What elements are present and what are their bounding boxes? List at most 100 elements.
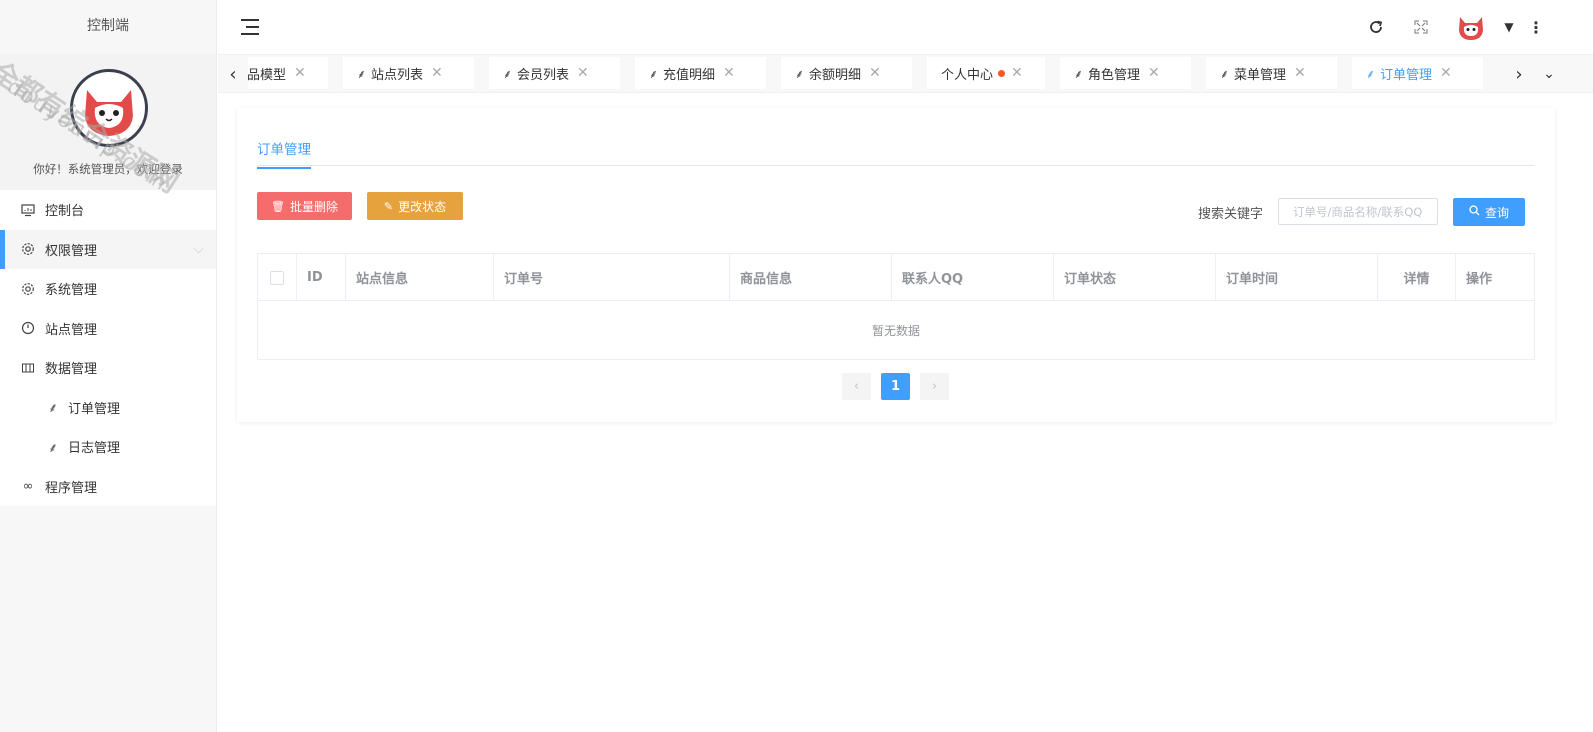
sidebar-item-label: 系统管理 <box>45 283 98 299</box>
tab-label: 品模型 <box>247 67 287 83</box>
column-header-site[interactable]: 站点信息 <box>346 254 494 301</box>
sidebar-item-programs[interactable]: ∞ 程序管理 <box>0 467 216 507</box>
fullscreen-icon[interactable] <box>1410 16 1432 38</box>
refresh-icon[interactable] <box>1365 16 1387 38</box>
tab-label: 菜单管理 <box>1234 67 1287 83</box>
tabs-bar: ‹ 品模型 ✕ ⸙ 站点列表 ✕ ⸙ 会员列表 ✕ ⸙ 充值明细 ✕ ⸙ 余额明… <box>218 55 1593 93</box>
palm-icon: ⸙ <box>649 66 659 81</box>
close-icon[interactable]: ✕ <box>869 65 881 81</box>
more-vertical-icon[interactable]: ⋮ <box>1525 16 1547 38</box>
tab-label: 充值明细 <box>663 67 716 83</box>
tab-personal-center[interactable]: 个人中心 ✕ <box>927 57 1045 89</box>
column-header-product[interactable]: 商品信息 <box>730 254 892 301</box>
chevron-left-icon[interactable]: ‹ <box>218 55 248 92</box>
sidebar-item-permissions[interactable]: 权限管理 <box>0 229 216 269</box>
next-page-button[interactable]: › <box>920 373 949 400</box>
tab-label: 个人中心 <box>941 67 994 83</box>
chevron-down-icon <box>193 243 204 253</box>
avatar[interactable] <box>70 69 148 147</box>
palm-icon: ⸙ <box>48 401 58 417</box>
palm-icon: ⸙ <box>1220 66 1230 81</box>
close-icon[interactable]: ✕ <box>294 65 306 81</box>
tab-label: 余额明细 <box>809 67 862 83</box>
empty-state-text: 暂无数据 <box>871 323 920 338</box>
clock-icon <box>20 320 36 336</box>
cat-mascot-icon <box>1459 17 1483 40</box>
tab-member-list[interactable]: ⸙ 会员列表 ✕ <box>489 57 620 89</box>
palm-icon: ⸙ <box>503 66 513 81</box>
caret-down-icon[interactable]: ▼ <box>1498 16 1520 38</box>
close-icon[interactable]: ✕ <box>1011 65 1023 81</box>
tab-site-list[interactable]: ⸙ 站点列表 ✕ <box>343 57 474 89</box>
avatar[interactable] <box>1456 12 1486 42</box>
chevron-right-icon[interactable]: › <box>1504 55 1534 92</box>
sidebar-menu: 控制台 权限管理 系统管理 站点管理 数据管理 ⸙ 订单管理 ⸙ 日志管理 ∞ … <box>0 190 216 506</box>
sidebar-item-system[interactable]: 系统管理 <box>0 269 216 309</box>
change-status-label: 更改状态 <box>398 199 447 214</box>
sidebar-item-data[interactable]: 数据管理 <box>0 348 216 388</box>
batch-delete-label: 批量删除 <box>289 199 338 214</box>
sidebar-item-sites[interactable]: 站点管理 <box>0 309 216 349</box>
page-number-button[interactable]: 1 <box>881 373 910 400</box>
divider <box>257 165 1535 166</box>
close-icon[interactable]: ✕ <box>1148 65 1160 81</box>
sidebar-item-label: 数据管理 <box>45 362 98 378</box>
search-icon <box>1469 205 1480 219</box>
tab-recharge-detail[interactable]: ⸙ 充值明细 ✕ <box>635 57 766 89</box>
gear-icon <box>20 241 36 257</box>
sidebar-item-label: 程序管理 <box>45 480 98 496</box>
cat-mascot-icon <box>85 90 133 136</box>
close-icon[interactable]: ✕ <box>1294 65 1306 81</box>
close-icon[interactable]: ✕ <box>723 65 735 81</box>
monitor-icon <box>20 202 36 218</box>
search-input[interactable] <box>1278 198 1438 225</box>
column-header-actions[interactable]: 操作 <box>1456 254 1534 301</box>
tab-order-management[interactable]: ⸙ 订单管理 ✕ <box>1352 57 1483 89</box>
tab-label: 订单管理 <box>1380 67 1433 83</box>
column-header-order-status[interactable]: 订单状态 <box>1054 254 1216 301</box>
tab-product-model[interactable]: 品模型 ✕ <box>235 57 328 89</box>
close-icon[interactable]: ✕ <box>431 65 443 81</box>
column-header-id[interactable]: ID <box>297 254 346 301</box>
sidebar-item-orders[interactable]: ⸙ 订单管理 <box>0 388 216 428</box>
column-header-details[interactable]: 详情 <box>1378 254 1456 301</box>
batch-delete-button[interactable]: 🗑 批量删除 <box>257 192 352 220</box>
sidebar-item-label: 控制台 <box>45 204 85 220</box>
trash-icon: 🗑 <box>271 199 285 213</box>
palm-icon: ⸙ <box>795 66 805 81</box>
top-header: ▼ ⋮ <box>218 0 1593 55</box>
tab-menu-management[interactable]: ⸙ 菜单管理 ✕ <box>1206 57 1337 89</box>
close-icon[interactable]: ✕ <box>1440 65 1452 81</box>
tab-role-management[interactable]: ⸙ 角色管理 ✕ <box>1060 57 1191 89</box>
palm-icon: ⸙ <box>48 440 58 456</box>
tab-label: 角色管理 <box>1088 67 1141 83</box>
sidebar-title: 控制端 <box>0 0 216 53</box>
chevron-down-icon[interactable]: ⌄ <box>1534 55 1564 92</box>
column-header-contact-qq[interactable]: 联系人QQ <box>892 254 1054 301</box>
palm-icon: ⸙ <box>1366 66 1376 81</box>
sidebar-item-label: 订单管理 <box>68 401 121 417</box>
sidebar-item-dashboard[interactable]: 控制台 <box>0 190 216 230</box>
sidebar-item-label: 站点管理 <box>45 322 98 338</box>
palm-icon: ⸙ <box>357 66 367 81</box>
pencil-icon: ✎ <box>383 199 394 213</box>
palm-icon: ⸙ <box>1074 66 1084 81</box>
menu-icon[interactable] <box>241 19 259 35</box>
orders-table: ID 站点信息 订单号 商品信息 联系人QQ 订单状态 订单时间 详情 操作 暂… <box>257 253 1535 360</box>
tab-balance-detail[interactable]: ⸙ 余额明细 ✕ <box>781 57 912 89</box>
sidebar-item-label: 日志管理 <box>68 441 121 457</box>
sidebar-item-logs[interactable]: ⸙ 日志管理 <box>0 427 216 467</box>
search-label: 搜索关键字 <box>1198 207 1264 222</box>
query-button[interactable]: 查询 <box>1453 198 1525 226</box>
close-icon[interactable]: ✕ <box>577 65 589 81</box>
order-management-card: 订单管理 🗑 批量删除 ✎ 更改状态 搜索关键字 查询 ID 站点信息 订单号 … <box>237 108 1555 422</box>
select-all-checkbox[interactable] <box>270 270 284 285</box>
tab-label: 站点列表 <box>371 67 424 83</box>
change-status-button[interactable]: ✎ 更改状态 <box>367 192 463 220</box>
select-all-cell <box>258 254 297 301</box>
column-header-order-no[interactable]: 订单号 <box>494 254 730 301</box>
prev-page-button[interactable]: ‹ <box>842 373 871 400</box>
tab-label: 会员列表 <box>517 67 570 83</box>
column-header-order-time[interactable]: 订单时间 <box>1216 254 1378 301</box>
greeting-text: 你好！系统管理员，欢迎登录 <box>33 162 183 176</box>
